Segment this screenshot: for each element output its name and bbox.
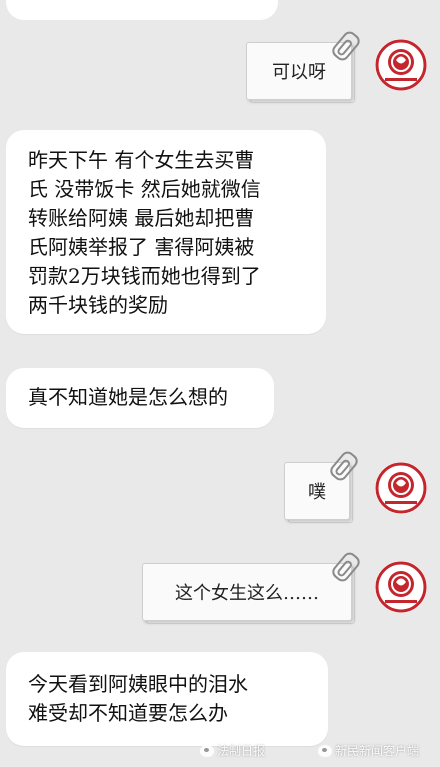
chat-bubble-incoming[interactable]: 真不知道她是怎么想的 [6, 368, 274, 428]
message-line: 两千块钱的奖励 [28, 293, 168, 317]
watermark-right: 新民新闻客户端 [318, 742, 419, 759]
message-text: 真不知道她是怎么想的 [28, 385, 228, 409]
chat-conversation: 可以呀 昨天下午 有个女生去买曹 氏 没带饭卡 然后她就微信 转账给阿姨 最后她… [0, 0, 440, 767]
message-line: 氏 没带饭卡 然后她就微信 [28, 177, 261, 201]
message-text: 可以呀 [272, 62, 326, 83]
red-seal-logo-icon [375, 39, 427, 91]
paperclip-icon [327, 448, 361, 484]
red-seal-logo-icon [375, 462, 427, 514]
message-text: 噗 [308, 482, 326, 503]
weibo-icon [200, 744, 214, 757]
avatar[interactable] [374, 560, 428, 614]
watermark-left: 法制日报 [200, 742, 265, 759]
chat-bubble-incoming[interactable]: 今天看到阿姨眼中的泪水 难受却不知道要怎么办 [6, 652, 328, 746]
message-line: 昨天下午 有个女生去买曹 [28, 148, 255, 172]
message-text: 这个女生这么…… [175, 583, 319, 604]
watermark-text: 法制日报 [217, 744, 266, 758]
chat-bubble-outgoing[interactable]: 这个女生这么…… [142, 549, 363, 624]
red-seal-logo-icon [375, 561, 427, 613]
message-line: 罚款2万块钱而她也得到了 [28, 264, 261, 288]
weibo-icon [318, 744, 332, 757]
chat-bubble-incoming[interactable]: 昨天下午 有个女生去买曹 氏 没带饭卡 然后她就微信 转账给阿姨 最后她却把曹 … [6, 130, 326, 334]
message-line: 难受却不知道要怎么办 [28, 701, 228, 725]
avatar[interactable] [374, 461, 428, 515]
avatar[interactable] [374, 38, 428, 92]
message-line: 转账给阿姨 最后她却把曹 [28, 206, 255, 230]
paperclip-icon [329, 28, 363, 64]
message-line: 今天看到阿姨眼中的泪水 [28, 672, 248, 696]
message-line: 氏阿姨举报了 害得阿姨被 [28, 235, 255, 259]
chat-bubble-outgoing[interactable]: 噗 [284, 448, 361, 523]
paperclip-icon [329, 549, 363, 585]
chat-bubble-outgoing[interactable]: 可以呀 [246, 28, 363, 103]
chat-bubble-cut-off[interactable] [6, 0, 278, 20]
watermark-text: 新民新闻客户端 [335, 744, 420, 758]
